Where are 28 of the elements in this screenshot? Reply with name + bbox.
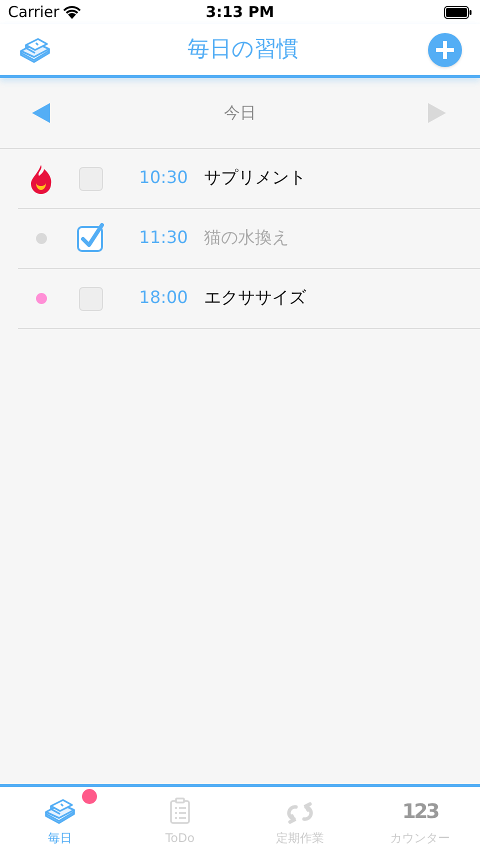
checkbox[interactable] <box>77 222 105 252</box>
status-time: 3:13 PM <box>206 2 274 23</box>
plus-icon <box>436 40 454 58</box>
tab[interactable]: 毎日 <box>0 787 120 853</box>
checkbox[interactable] <box>79 286 103 310</box>
checkbox[interactable] <box>79 166 103 190</box>
flame-icon <box>29 164 53 194</box>
habit-title: サプリメント <box>204 166 306 190</box>
calendar-icon <box>18 36 52 64</box>
next-day-button[interactable] <box>428 103 448 123</box>
page-title: 毎日の習慣 <box>188 36 298 64</box>
left-arrow-icon <box>32 103 50 123</box>
time-label: 10:30 <box>138 166 188 190</box>
carrier-label: Carrier <box>8 2 60 23</box>
wifi-icon <box>63 6 82 18</box>
right-arrow-icon <box>428 103 446 123</box>
time-label: 11:30 <box>138 226 188 250</box>
add-button[interactable] <box>428 32 462 66</box>
habit-title: エクササイズ <box>204 286 306 310</box>
time-label: 18:00 <box>138 286 188 310</box>
numbers-icon: 123 <box>402 797 438 825</box>
repeat-icon <box>284 801 316 825</box>
habit-title: 猫の水換え <box>204 226 289 250</box>
clipboard-icon <box>169 797 191 825</box>
date-label: 今日 <box>224 102 256 124</box>
calendar-icon <box>43 797 77 825</box>
previous-day-button[interactable] <box>32 103 52 123</box>
battery-icon <box>444 6 472 18</box>
